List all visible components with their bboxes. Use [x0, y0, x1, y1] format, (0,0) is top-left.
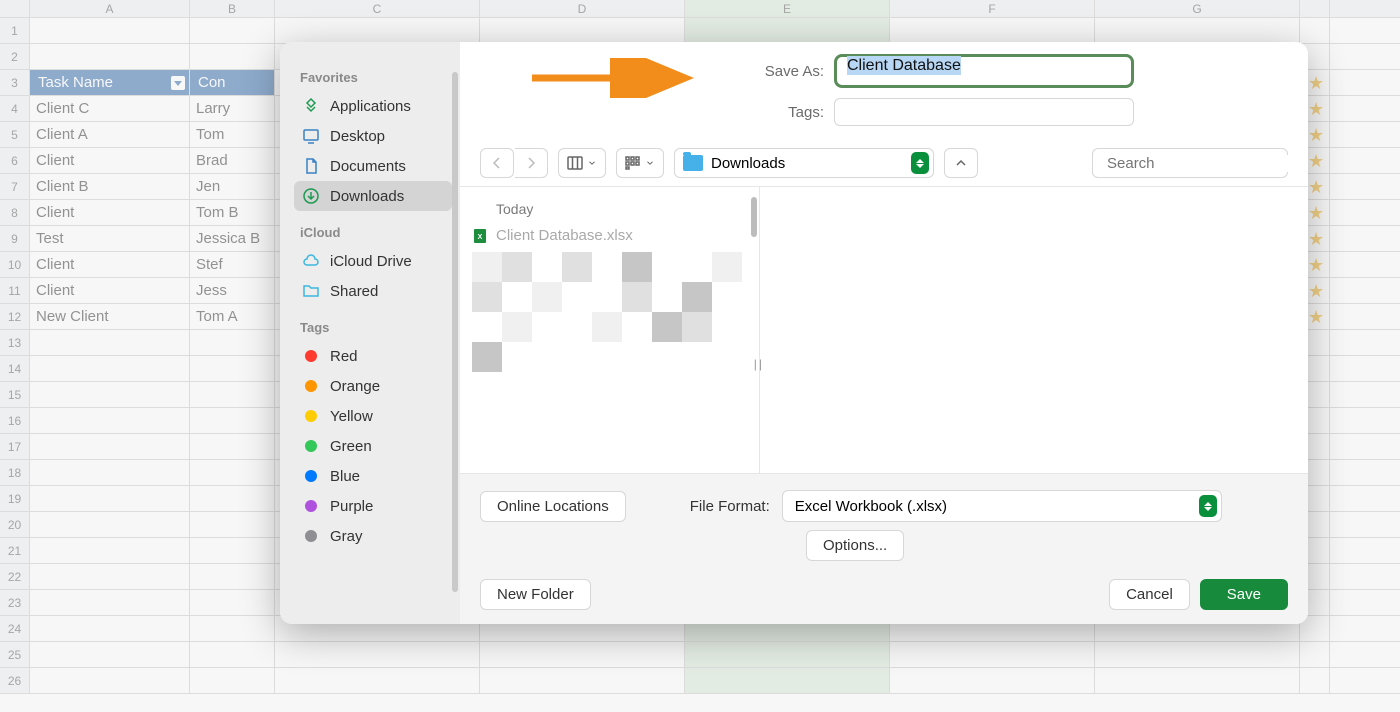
sidebar-item-label: Shared [330, 283, 378, 300]
online-locations-button[interactable]: Online Locations [480, 491, 626, 522]
folder-icon [683, 155, 703, 171]
shared-icon [302, 282, 320, 300]
sidebar-item-icloud-drive[interactable]: iCloud Drive [294, 246, 452, 276]
view-group-button[interactable] [616, 148, 664, 178]
doc-icon [302, 157, 320, 175]
location-select[interactable]: Downloads [674, 148, 934, 178]
blurred-content [460, 248, 759, 376]
file-item[interactable]: X Client Database.xlsx [460, 223, 759, 248]
location-stepper-icon [911, 152, 929, 174]
tags-input[interactable] [834, 98, 1134, 126]
dialog-bottom: Online Locations File Format: Excel Work… [460, 474, 1308, 624]
sidebar-item-label: Downloads [330, 188, 404, 205]
tag-dot-icon [302, 377, 320, 395]
sidebar-item-label: Gray [330, 528, 363, 545]
column-scrollbar[interactable] [751, 197, 757, 237]
sidebar-item-green[interactable]: Green [294, 431, 452, 461]
location-name: Downloads [711, 155, 785, 172]
sidebar-item-label: iCloud Drive [330, 253, 412, 270]
sb-section-tags: Tags [300, 320, 446, 335]
column-resize-handle[interactable]: || [754, 357, 764, 371]
tag-dot-icon [302, 407, 320, 425]
sidebar-item-red[interactable]: Red [294, 341, 452, 371]
apps-icon [302, 97, 320, 115]
tag-dot-icon [302, 497, 320, 515]
save-button[interactable]: Save [1200, 579, 1288, 610]
dialog-main: Save As: Client Database Tags: [460, 42, 1308, 624]
browser-empty-pane [760, 187, 1308, 473]
collapse-button[interactable] [944, 148, 978, 178]
sb-section-favorites: Favorites [300, 70, 446, 85]
sidebar-item-shared[interactable]: Shared [294, 276, 452, 306]
sidebar-item-downloads[interactable]: Downloads [294, 181, 452, 211]
options-button[interactable]: Options... [806, 530, 904, 561]
sidebar-item-documents[interactable]: Documents [294, 151, 452, 181]
save-as-label: Save As: [634, 63, 824, 80]
sb-section-icloud: iCloud [300, 225, 446, 240]
sidebar-item-purple[interactable]: Purple [294, 491, 452, 521]
save-as-input[interactable]: Client Database [834, 54, 1134, 88]
sidebar-item-yellow[interactable]: Yellow [294, 401, 452, 431]
sidebar-item-label: Desktop [330, 128, 385, 145]
sidebar-item-label: Documents [330, 158, 406, 175]
new-folder-button[interactable]: New Folder [480, 579, 591, 610]
file-format-value: Excel Workbook (.xlsx) [795, 498, 947, 515]
downloads-icon [302, 187, 320, 205]
file-format-select[interactable]: Excel Workbook (.xlsx) [782, 490, 1222, 522]
file-browser: Today X Client Database.xlsx || [460, 187, 1308, 474]
sidebar-item-label: Purple [330, 498, 373, 515]
file-format-label: File Format: [690, 498, 770, 515]
sidebar-scrollbar[interactable] [452, 72, 458, 592]
sidebar-item-label: Applications [330, 98, 411, 115]
browser-column[interactable]: Today X Client Database.xlsx || [460, 187, 760, 473]
excel-file-icon: X [472, 228, 488, 244]
cancel-button[interactable]: Cancel [1109, 579, 1190, 610]
sidebar-item-orange[interactable]: Orange [294, 371, 452, 401]
cloud-icon [302, 252, 320, 270]
search-input[interactable] [1107, 155, 1306, 172]
sidebar-item-applications[interactable]: Applications [294, 91, 452, 121]
tag-dot-icon [302, 437, 320, 455]
sidebar-item-label: Blue [330, 468, 360, 485]
save-dialog: Favorites Applications Desktop Documents Do… [280, 42, 1308, 624]
view-columns-button[interactable] [558, 148, 606, 178]
sidebar-item-label: Red [330, 348, 358, 365]
tag-dot-icon [302, 467, 320, 485]
tags-label: Tags: [634, 104, 824, 121]
sidebar-item-label: Orange [330, 378, 380, 395]
sidebar-item-gray[interactable]: Gray [294, 521, 452, 551]
save-as-value: Client Database [847, 56, 961, 75]
sidebar-item-blue[interactable]: Blue [294, 461, 452, 491]
svg-text:X: X [478, 234, 483, 241]
browser-group-label: Today [460, 197, 759, 223]
desktop-icon [302, 127, 320, 145]
sidebar-item-desktop[interactable]: Desktop [294, 121, 452, 151]
sidebar-item-label: Yellow [330, 408, 373, 425]
dialog-sidebar: Favorites Applications Desktop Documents Do… [280, 42, 460, 624]
file-name: Client Database.xlsx [496, 227, 633, 244]
dialog-toolbar: Downloads [460, 140, 1308, 187]
tag-dot-icon [302, 527, 320, 545]
format-stepper-icon [1199, 495, 1217, 517]
sidebar-item-label: Green [330, 438, 372, 455]
nav-forward-button[interactable] [515, 148, 548, 178]
tag-dot-icon [302, 347, 320, 365]
search-field[interactable] [1092, 148, 1288, 178]
nav-back-button[interactable] [480, 148, 514, 178]
